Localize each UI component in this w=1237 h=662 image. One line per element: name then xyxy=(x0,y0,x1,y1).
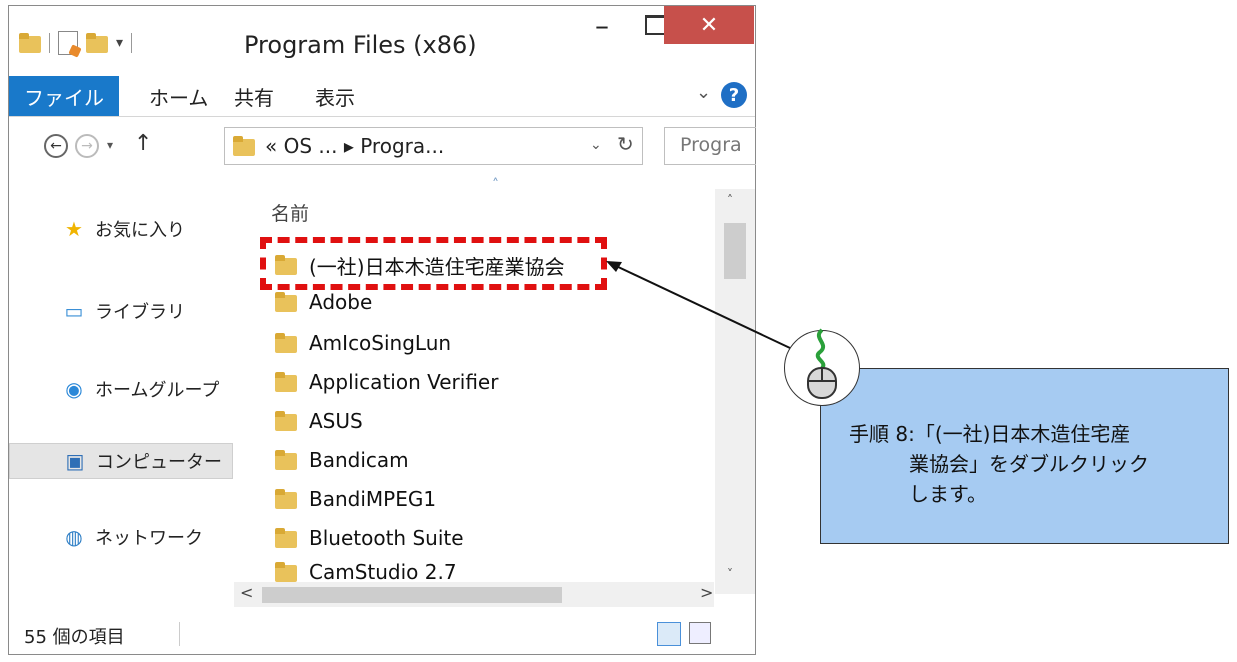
mouse-icon xyxy=(807,328,837,399)
